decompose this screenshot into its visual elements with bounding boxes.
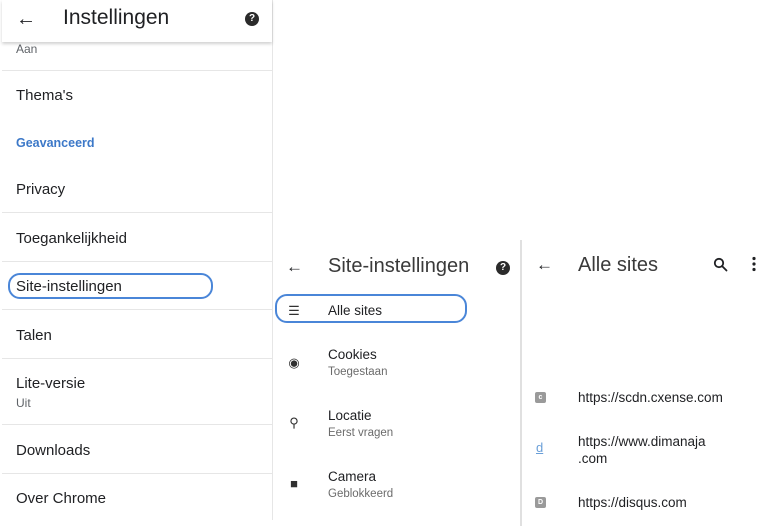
site-list-item[interactable]: https://disqus.com <box>578 494 687 511</box>
divider <box>2 261 272 262</box>
divider <box>2 70 272 71</box>
site-favicon: d <box>536 440 544 455</box>
site-favicon: c <box>535 392 546 403</box>
divider <box>2 309 272 310</box>
list-icon: ☰ <box>288 303 300 318</box>
lite-mode-status: Uit <box>16 396 31 410</box>
divider <box>2 473 272 474</box>
site-list-item[interactable]: https://scdn.cxense.com <box>578 389 723 406</box>
cookies-status: Toegestaan <box>328 366 388 378</box>
site-settings-item-cookies[interactable]: Cookies <box>328 347 377 362</box>
page-title: Instellingen <box>63 6 170 29</box>
settings-item-site-settings[interactable]: Site-instellingen <box>16 278 122 295</box>
site-list-item[interactable]: https://www.dimanaja .com <box>578 433 706 467</box>
all-sites-panel: ← Alle sites c https://scdn.cxense.com d… <box>522 240 772 526</box>
partial-row-sub: Aan <box>16 42 38 56</box>
camera-status: Geblokkeerd <box>328 488 394 500</box>
search-icon[interactable] <box>713 257 728 272</box>
site-settings-item-camera[interactable]: Camera <box>328 469 376 484</box>
settings-item-themes[interactable]: Thema's <box>16 87 73 104</box>
settings-app-bar: ← Instellingen ? <box>2 0 272 42</box>
help-icon[interactable]: ? <box>245 12 259 26</box>
divider <box>2 424 272 425</box>
camera-icon: ■ <box>290 476 298 491</box>
site-settings-item-all-sites[interactable]: Alle sites <box>328 303 382 318</box>
site-favicon: D <box>535 497 546 508</box>
cookie-icon: ◉ <box>288 355 300 370</box>
site-settings-panel: ← Site-instellingen ? ☰ Alle sites ◉ Coo… <box>274 240 522 526</box>
site-url-line: https://www.dimanaja <box>578 434 706 449</box>
settings-item-privacy[interactable]: Privacy <box>16 181 65 198</box>
site-url-line: .com <box>578 451 608 466</box>
panel-title: Site-instellingen <box>328 255 470 277</box>
location-pin-icon: ⚲ <box>289 415 299 430</box>
settings-item-languages[interactable]: Talen <box>16 327 52 344</box>
back-arrow-icon[interactable]: ← <box>536 255 553 275</box>
help-icon[interactable]: ? <box>496 261 510 275</box>
back-arrow-icon[interactable]: ← <box>16 8 36 31</box>
settings-item-about-chrome[interactable]: Over Chrome <box>16 490 106 507</box>
location-status: Eerst vragen <box>328 427 394 439</box>
settings-item-downloads[interactable]: Downloads <box>16 442 90 459</box>
settings-item-lite-mode[interactable]: Lite-versie <box>16 375 85 392</box>
divider <box>2 212 272 213</box>
section-header-advanced: Geavanceerd <box>16 136 95 150</box>
more-options-icon[interactable] <box>751 256 757 272</box>
site-settings-item-location[interactable]: Locatie <box>328 408 372 423</box>
settings-panel: ← Instellingen ? Aan Thema's Geavanceerd… <box>2 0 273 520</box>
panel-title: Alle sites <box>578 254 659 276</box>
settings-item-accessibility[interactable]: Toegankelijkheid <box>16 230 127 247</box>
back-arrow-icon[interactable]: ← <box>286 257 303 277</box>
divider <box>2 358 272 359</box>
